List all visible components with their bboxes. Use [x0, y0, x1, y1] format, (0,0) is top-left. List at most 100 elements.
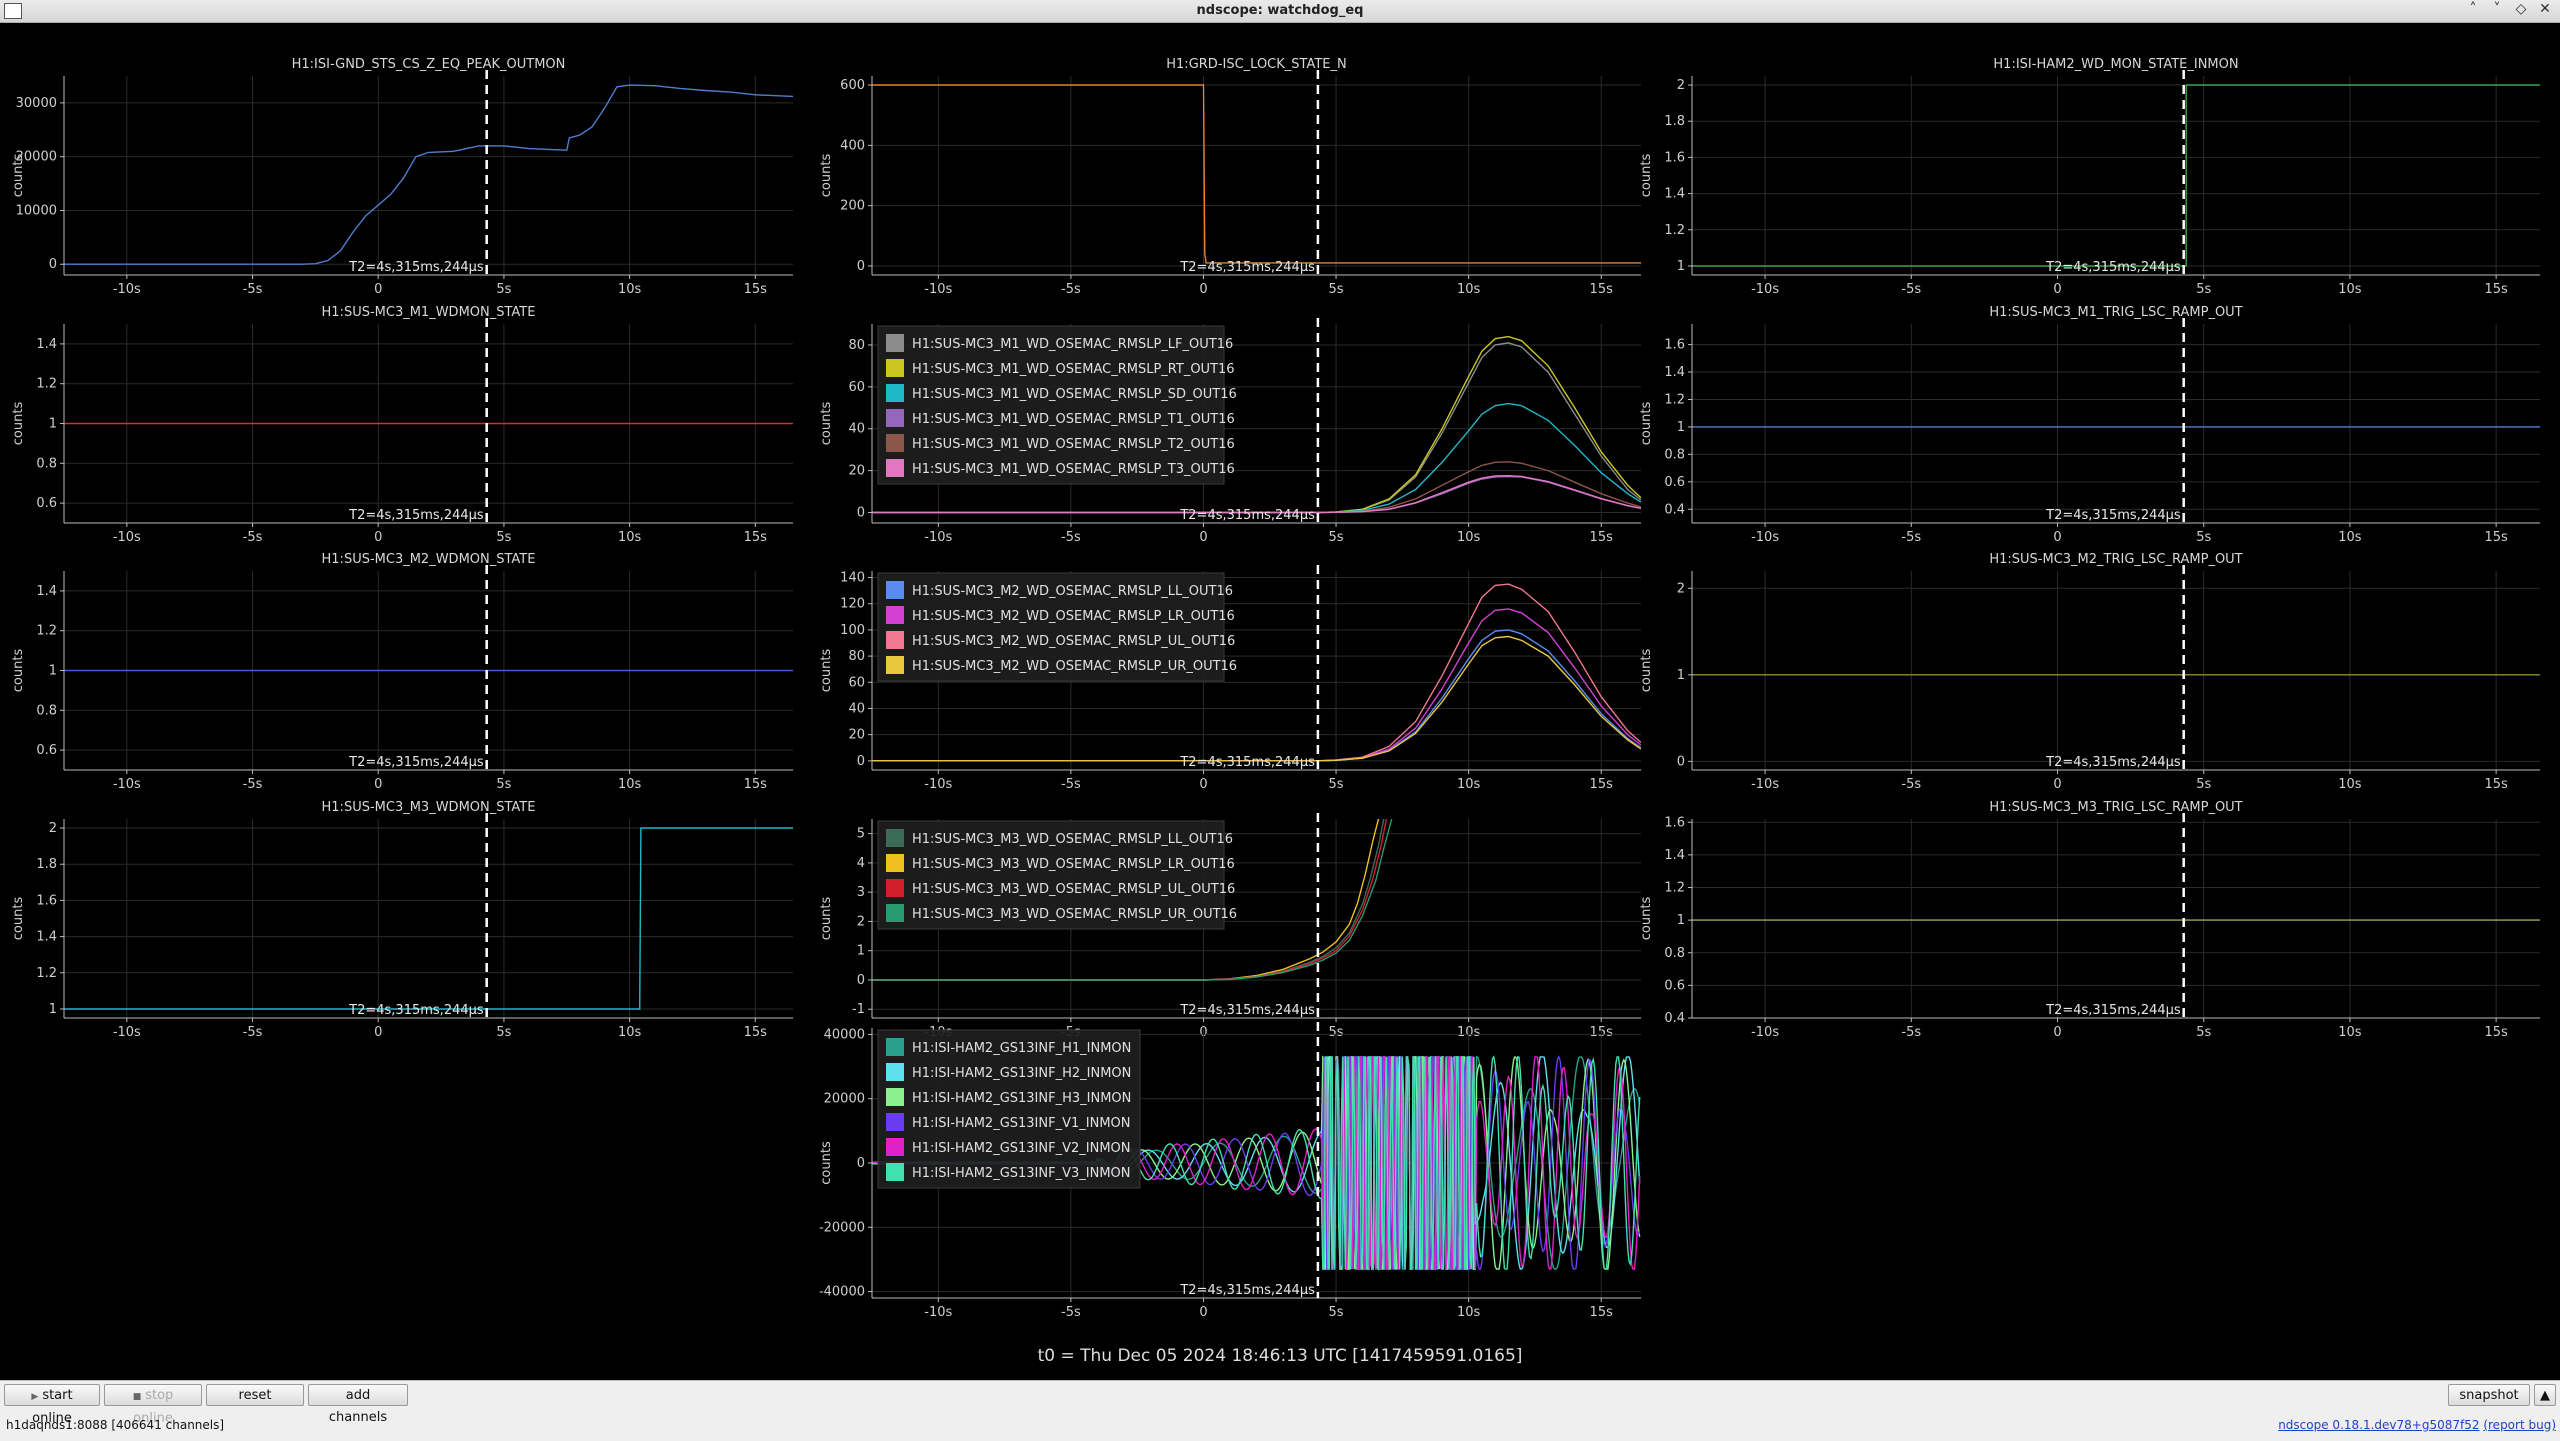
start-online-button[interactable]: ▶ start online	[4, 1384, 100, 1426]
collapse-panel-button[interactable]: ▲	[2534, 1384, 2556, 1406]
cursor-t2-label: T2=4s,315ms,244µs	[2045, 1003, 2181, 1018]
cursor-t2-label: T2=4s,315ms,244µs	[1179, 260, 1315, 275]
plot-title: H1:SUS-MC3_M3_WDMON_STATE	[322, 800, 536, 815]
plot-p02[interactable]: -10s -5s 0 5s 10s 15s 1 1.2 1.4 1.6 1.8 2 counts H1:I…	[1639, 57, 2540, 297]
y-tick-label: 0.4	[1664, 1011, 1685, 1026]
plot-p30[interactable]: -10s -5s 0 5s 10s 15s 1 1.2 1.4 1.6 1.8 2 counts H1:S…	[11, 800, 793, 1040]
legend: H1:SUS-MC3_M1_WD_OSEMAC_RMSLP_LF_OUT16 H1…	[877, 325, 1237, 485]
legend-swatch	[886, 409, 904, 427]
x-tick-label: -5s	[243, 1025, 263, 1040]
legend: H1:SUS-MC3_M3_WD_OSEMAC_RMSLP_LL_OUT16 H1…	[877, 820, 1237, 930]
add-channels-button[interactable]: add channels	[308, 1384, 408, 1425]
maximize-icon[interactable]: ◇	[2512, 1, 2530, 17]
x-tick-label: 15s	[2484, 777, 2508, 792]
y-tick-label: 10000	[16, 203, 57, 218]
plot-p31[interactable]: -10s-5s05s10s15s-1012345countsT2=4s,315m…	[819, 813, 1641, 1040]
x-tick-label: -5s	[1061, 282, 1081, 297]
x-tick-label: -5s	[1901, 530, 1921, 545]
x-tick-label: 10s	[1457, 282, 1481, 297]
x-tick-label: 10s	[2338, 1025, 2362, 1040]
cursor-t2-label: T2=4s,315ms,244µs	[1179, 755, 1315, 770]
plot-p21[interactable]: -10s -5s 0 5s 10s 15s 0 20 40 60 80 100 120 140 counts…	[819, 565, 1641, 792]
plot-p22[interactable]: -10s -5s 0 5s 10s 15s 0 1 2 counts H1:SUS-MC3_M2_T…	[1639, 552, 2540, 792]
x-tick-label: 15s	[2484, 1025, 2508, 1040]
y-axis-label: counts	[819, 1141, 834, 1185]
cursor-t2-label: T2=4s,315ms,244µs	[348, 260, 484, 275]
series-line	[64, 84, 793, 265]
x-tick-label: 0	[2053, 777, 2061, 792]
x-tick-label: 0	[2053, 1025, 2061, 1040]
y-tick-label: 3	[857, 885, 865, 900]
x-tick-label: 5s	[2196, 777, 2211, 792]
x-tick-label: -10s	[1751, 530, 1779, 545]
y-tick-label: 0.8	[36, 456, 57, 471]
plot-p11[interactable]: -10s -5s 0 5s 10s 15s 0 20 40 60 80 counts T2=4s,315…	[819, 318, 1641, 545]
x-tick-label: 15s	[1590, 282, 1614, 297]
legend-swatch	[886, 359, 904, 377]
x-tick-label: 15s	[1590, 777, 1614, 792]
plot-p00[interactable]: -10s -5s 0 5s 10s 15s0100002000030000countsH1…	[11, 57, 793, 297]
plot-p01[interactable]: -10s -5s 0 5s 10s 15s 0 200 400 600 counts H1:GRD-I…	[819, 57, 1641, 297]
x-tick-label: 10s	[618, 282, 642, 297]
y-tick-label: 200	[840, 199, 865, 214]
x-tick-label: 0	[374, 530, 382, 545]
y-tick-label: 80	[848, 649, 865, 664]
restore-icon[interactable]: ˅	[2488, 1, 2506, 17]
x-tick-label: 15s	[744, 1025, 768, 1040]
legend-item: H1:SUS-MC3_M1_WD_OSEMAC_RMSLP_SD_OUT16	[912, 387, 1237, 402]
legend-swatch	[886, 334, 904, 352]
y-tick-label: 60	[848, 380, 865, 395]
version-link[interactable]: ndscope 0.18.1.dev78+g5087f52	[2278, 1418, 2479, 1432]
x-tick-label: -5s	[243, 530, 263, 545]
legend-item: H1:SUS-MC3_M1_WD_OSEMAC_RMSLP_T2_OUT16	[912, 437, 1235, 452]
legend-swatch	[886, 434, 904, 452]
y-axis-label: counts	[1639, 649, 1654, 693]
y-tick-label: 0.6	[1664, 475, 1685, 490]
x-tick-label: 15s	[2484, 282, 2508, 297]
y-tick-label: 1.6	[1664, 150, 1685, 165]
x-tick-label: 10s	[1457, 530, 1481, 545]
y-tick-label: 2	[49, 821, 57, 836]
y-tick-label: 1.2	[36, 966, 57, 981]
x-tick-label: -10s	[113, 1025, 141, 1040]
plot-p32[interactable]: -10s -5s 0 5s 10s 15s 0.4 0.6 0.8 1 1.2 1.4 1.6 count…	[1639, 800, 2540, 1040]
x-tick-label: 5s	[2196, 282, 2211, 297]
x-tick-label: 10s	[2338, 530, 2362, 545]
y-tick-label: 80	[848, 338, 865, 353]
report-bug-link[interactable]: (report bug)	[2483, 1418, 2556, 1432]
plot-p10[interactable]: -10s -5s 0 5s 10s 15s 0.6 0.8 1 1.2 1.4 counts H1:SU…	[11, 305, 793, 545]
reset-button[interactable]: reset	[206, 1384, 304, 1406]
legend-swatch	[886, 854, 904, 872]
y-tick-label: 1	[1677, 420, 1685, 435]
plot-grid[interactable]: -10s -5s 0 5s 10s 15s0100002000030000countsH1…	[0, 23, 2560, 1379]
cursor-t2-label: T2=4s,315ms,244µs	[348, 755, 484, 770]
plot-p41[interactable]: -10s -5s 0 5s 10s 15s -40000 -20000 0 20000 40000 c…	[819, 1022, 1641, 1320]
legend-swatch	[886, 384, 904, 402]
plot-title: H1:ISI-HAM2_WD_MON_STATE_INMON	[1993, 57, 2238, 72]
y-tick-label: 1.6	[1664, 815, 1685, 830]
cursor-t2-label: T2=4s,315ms,244µs	[348, 508, 484, 523]
close-icon[interactable]: ✕	[2536, 1, 2554, 17]
y-tick-label: 0	[857, 754, 865, 769]
x-tick-label: 0	[1199, 777, 1207, 792]
y-tick-label: 600	[840, 78, 865, 93]
minimize-icon[interactable]: ˄	[2464, 1, 2482, 17]
plot-p12[interactable]: -10s -5s 0 5s 10s 15s 0.4 0.6 0.8 1 1.2 1.4 1.6 count…	[1639, 305, 2540, 545]
y-tick-label: 1.2	[36, 624, 57, 639]
x-tick-label: -5s	[243, 282, 263, 297]
plot-p20[interactable]: -10s -5s 0 5s 10s 15s 0.6 0.8 1 1.2 1.4 counts H1:SU…	[11, 552, 793, 792]
legend-swatch	[886, 879, 904, 897]
snapshot-button[interactable]: snapshot	[2448, 1384, 2530, 1406]
y-tick-label: 1.2	[36, 377, 57, 392]
y-tick-label: 0	[857, 259, 865, 274]
caret-up-icon: ▲	[2540, 1388, 2550, 1403]
x-tick-label: -10s	[113, 282, 141, 297]
x-tick-label: 5s	[1329, 1305, 1344, 1320]
x-tick-label: -10s	[1751, 1025, 1779, 1040]
legend-item: H1:ISI-HAM2_GS13INF_H1_INMON	[912, 1041, 1131, 1056]
y-axis-label: counts	[1639, 154, 1654, 198]
y-tick-label: 1.8	[36, 857, 57, 872]
x-tick-label: -10s	[1751, 777, 1779, 792]
legend-item: H1:SUS-MC3_M2_WD_OSEMAC_RMSLP_UL_OUT16	[912, 634, 1235, 649]
y-tick-label: 100	[840, 623, 865, 638]
